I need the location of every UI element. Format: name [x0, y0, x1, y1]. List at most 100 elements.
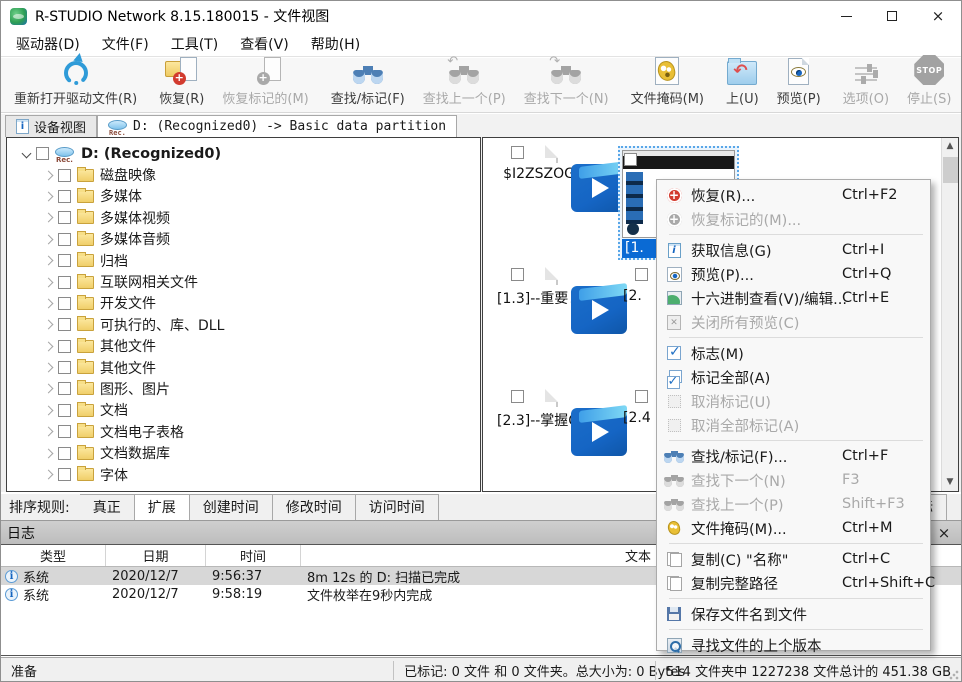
tree-item[interactable]: 多媒体	[7, 186, 480, 207]
recover-button[interactable]: + 恢复(R)	[150, 60, 213, 110]
resize-grip[interactable]	[949, 670, 959, 680]
up-button[interactable]: ↶ 上(U)	[717, 60, 768, 110]
tree-item[interactable]: 字体	[7, 464, 480, 485]
sort-tab-creation-time[interactable]: 创建时间	[190, 494, 273, 521]
menu-help[interactable]: 帮助(H)	[300, 30, 371, 58]
ctx-file-mask[interactable]: 文件掩码(M)... Ctrl+M	[657, 516, 930, 540]
checkbox[interactable]	[635, 390, 648, 403]
checkbox[interactable]	[36, 147, 49, 160]
tree-item[interactable]: 可执行的、库、DLL	[7, 314, 480, 335]
checkbox[interactable]	[58, 425, 71, 438]
checkbox[interactable]	[58, 297, 71, 310]
ctx-save-filenames[interactable]: 保存文件名到文件	[657, 602, 930, 626]
ctx-hex-view[interactable]: 十六进制查看(V)/编辑... Ctrl+E	[657, 286, 930, 310]
checkbox[interactable]	[58, 468, 71, 481]
checkbox[interactable]	[511, 146, 524, 159]
menu-file[interactable]: 文件(F)	[91, 30, 160, 58]
scrollbar-thumb[interactable]	[943, 157, 958, 183]
tree-item[interactable]: 其他文件	[7, 357, 480, 378]
expander-icon[interactable]	[44, 256, 54, 266]
preview-button[interactable]: 预览(P)	[768, 60, 830, 110]
reopen-drive-files-button[interactable]: 重新打开驱动文件(R)	[5, 60, 146, 110]
checkbox[interactable]	[58, 211, 71, 224]
tree-item[interactable]: 文档数据库	[7, 442, 480, 463]
expander-icon[interactable]	[44, 427, 54, 437]
expander-icon[interactable]	[44, 363, 54, 373]
tree-item[interactable]: 多媒体视频	[7, 207, 480, 228]
ctx-copy-full-path[interactable]: 复制完整路径 Ctrl+Shift+C	[657, 571, 930, 595]
sort-tab-real[interactable]: 真正	[80, 494, 135, 521]
find-mark-button[interactable]: 查找/标记(F)	[322, 60, 414, 110]
checkbox[interactable]	[58, 254, 71, 267]
minimize-button[interactable]	[823, 1, 869, 31]
log-col-time[interactable]: 时间	[206, 545, 301, 566]
expander-icon[interactable]	[44, 470, 54, 480]
tree-item[interactable]: 开发文件	[7, 293, 480, 314]
tree-item[interactable]: 其他文件	[7, 336, 480, 357]
ctx-find-mark[interactable]: 查找/标记(F)... Ctrl+F	[657, 444, 930, 468]
checkbox[interactable]	[58, 404, 71, 417]
expander-icon[interactable]	[44, 213, 54, 223]
info-icon: i	[5, 588, 18, 601]
checkbox[interactable]	[58, 318, 71, 331]
tree-root-drive[interactable]: Rec. D: (Recognized0)	[7, 143, 480, 164]
file-item[interactable]: [1.3]--重要！关于...	[497, 268, 617, 308]
expander-open-icon[interactable]	[22, 149, 32, 159]
log-close-icon[interactable]: ×	[933, 524, 955, 542]
file-item[interactable]: $I2ZSZOG.mp4	[497, 146, 617, 182]
tab-device-view[interactable]: i 设备视图	[5, 115, 97, 137]
checkbox[interactable]	[58, 276, 71, 289]
ctx-get-info[interactable]: i 获取信息(G) Ctrl+I	[657, 238, 930, 262]
expander-icon[interactable]	[44, 320, 54, 330]
checkbox[interactable]	[58, 340, 71, 353]
sort-tab-modified-time[interactable]: 修改时间	[273, 494, 356, 521]
file-item[interactable]: [2.3]--掌握CE挖掘...	[497, 390, 617, 430]
checkbox[interactable]	[58, 447, 71, 460]
tree-item[interactable]: 文档	[7, 400, 480, 421]
ctx-mark-all[interactable]: 标记全部(A)	[657, 365, 930, 389]
expander-icon[interactable]	[44, 170, 54, 180]
menu-tools[interactable]: 工具(T)	[160, 30, 229, 58]
scroll-down-icon[interactable]: ▼	[942, 474, 958, 491]
find-previous-button: ↶ 查找上一个(P)	[414, 60, 515, 110]
expander-icon[interactable]	[44, 448, 54, 458]
expander-icon[interactable]	[44, 341, 54, 351]
vertical-scrollbar[interactable]: ▲ ▼	[941, 138, 958, 491]
checkbox[interactable]	[58, 382, 71, 395]
expander-icon[interactable]	[44, 277, 54, 287]
close-button[interactable]: ×	[915, 1, 961, 31]
checkbox[interactable]	[58, 169, 71, 182]
checkbox[interactable]	[624, 153, 637, 166]
sort-tab-extension[interactable]: 扩展	[135, 494, 190, 521]
log-col-type[interactable]: 类型	[1, 545, 106, 566]
ctx-recover[interactable]: + 恢复(R)... Ctrl+F2	[657, 183, 930, 207]
checkbox[interactable]	[511, 390, 524, 403]
scroll-up-icon[interactable]: ▲	[942, 138, 958, 155]
checkbox[interactable]	[635, 268, 648, 281]
expander-icon[interactable]	[44, 192, 54, 202]
menu-view[interactable]: 查看(V)	[229, 30, 300, 58]
expander-icon[interactable]	[44, 234, 54, 244]
checkbox[interactable]	[511, 268, 524, 281]
log-col-date[interactable]: 日期	[106, 545, 206, 566]
tree-item[interactable]: 归档	[7, 250, 480, 271]
checkbox[interactable]	[58, 190, 71, 203]
checkbox[interactable]	[58, 233, 71, 246]
ctx-preview[interactable]: 预览(P)... Ctrl+Q	[657, 262, 930, 286]
ctx-find-previous-version[interactable]: 寻找文件的上个版本	[657, 633, 930, 657]
expander-icon[interactable]	[44, 405, 54, 415]
tree-item[interactable]: 图形、图片	[7, 378, 480, 399]
expander-icon[interactable]	[44, 384, 54, 394]
file-mask-button[interactable]: 文件掩码(M)	[622, 60, 713, 110]
tree-item[interactable]: 多媒体音频	[7, 229, 480, 250]
tree-item[interactable]: 磁盘映像	[7, 164, 480, 185]
tree-item[interactable]: 互联网相关文件	[7, 271, 480, 292]
ctx-copy-name[interactable]: 复制(C) "名称" Ctrl+C	[657, 547, 930, 571]
tab-partition[interactable]: Rec. D: (Recognized0) -> Basic data part…	[97, 115, 457, 137]
ctx-mark[interactable]: 标志(M)	[657, 341, 930, 365]
maximize-button[interactable]	[869, 1, 915, 31]
sort-tab-access-time[interactable]: 访问时间	[356, 494, 439, 521]
tree-item[interactable]: 文档电子表格	[7, 421, 480, 442]
checkbox[interactable]	[58, 361, 71, 374]
expander-icon[interactable]	[44, 298, 54, 308]
